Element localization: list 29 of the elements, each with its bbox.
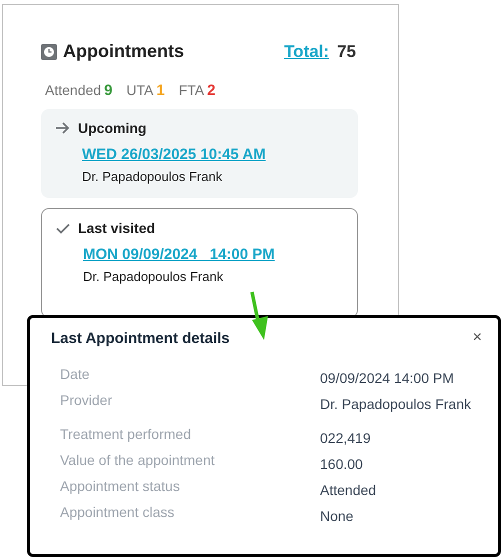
detail-value: None <box>320 507 354 526</box>
stat-count: 9 <box>104 82 112 99</box>
detail-label: Provider <box>59 392 114 410</box>
total-link[interactable]: Total: <box>284 42 330 62</box>
date-link[interactable]: MON 09/09/2024 14:00 PM <box>83 246 343 263</box>
detail-value: 022,419 <box>320 429 371 448</box>
detail-value: Attended <box>320 481 376 500</box>
detail-value: Dr. Papadopoulos Frank <box>320 395 471 414</box>
provider-name: Dr. Papadopoulos Frank <box>82 169 224 184</box>
detail-label: Date <box>59 366 91 384</box>
total-count: 75 <box>337 42 356 62</box>
card-title: Appointments <box>63 41 185 62</box>
stat-count: 2 <box>207 82 216 99</box>
close-button[interactable]: × <box>470 329 484 347</box>
section-heading: Last visited <box>78 220 156 236</box>
stat-count: 1 <box>156 82 165 99</box>
detail-label: Appointment status <box>59 478 181 496</box>
date-link[interactable]: WED 26/03/2025 10:45 AM <box>82 146 344 163</box>
section-heading: Upcoming <box>78 120 146 136</box>
provider-name: Dr. Papadopoulos Frank <box>83 269 224 284</box>
stat-label: FTA <box>178 82 204 98</box>
stat-label: UTA <box>126 82 154 98</box>
stat-label: Attended <box>45 82 102 98</box>
detail-label: Treatment performed <box>59 426 192 444</box>
detail-label: Value of the appointment <box>59 452 216 470</box>
detail-value: 09/09/2024 14:00 PM <box>320 369 454 388</box>
detail-value: 160.00 <box>320 455 363 474</box>
popup-title: Last Appointment details <box>51 330 230 346</box>
detail-label: Appointment class <box>59 504 176 522</box>
